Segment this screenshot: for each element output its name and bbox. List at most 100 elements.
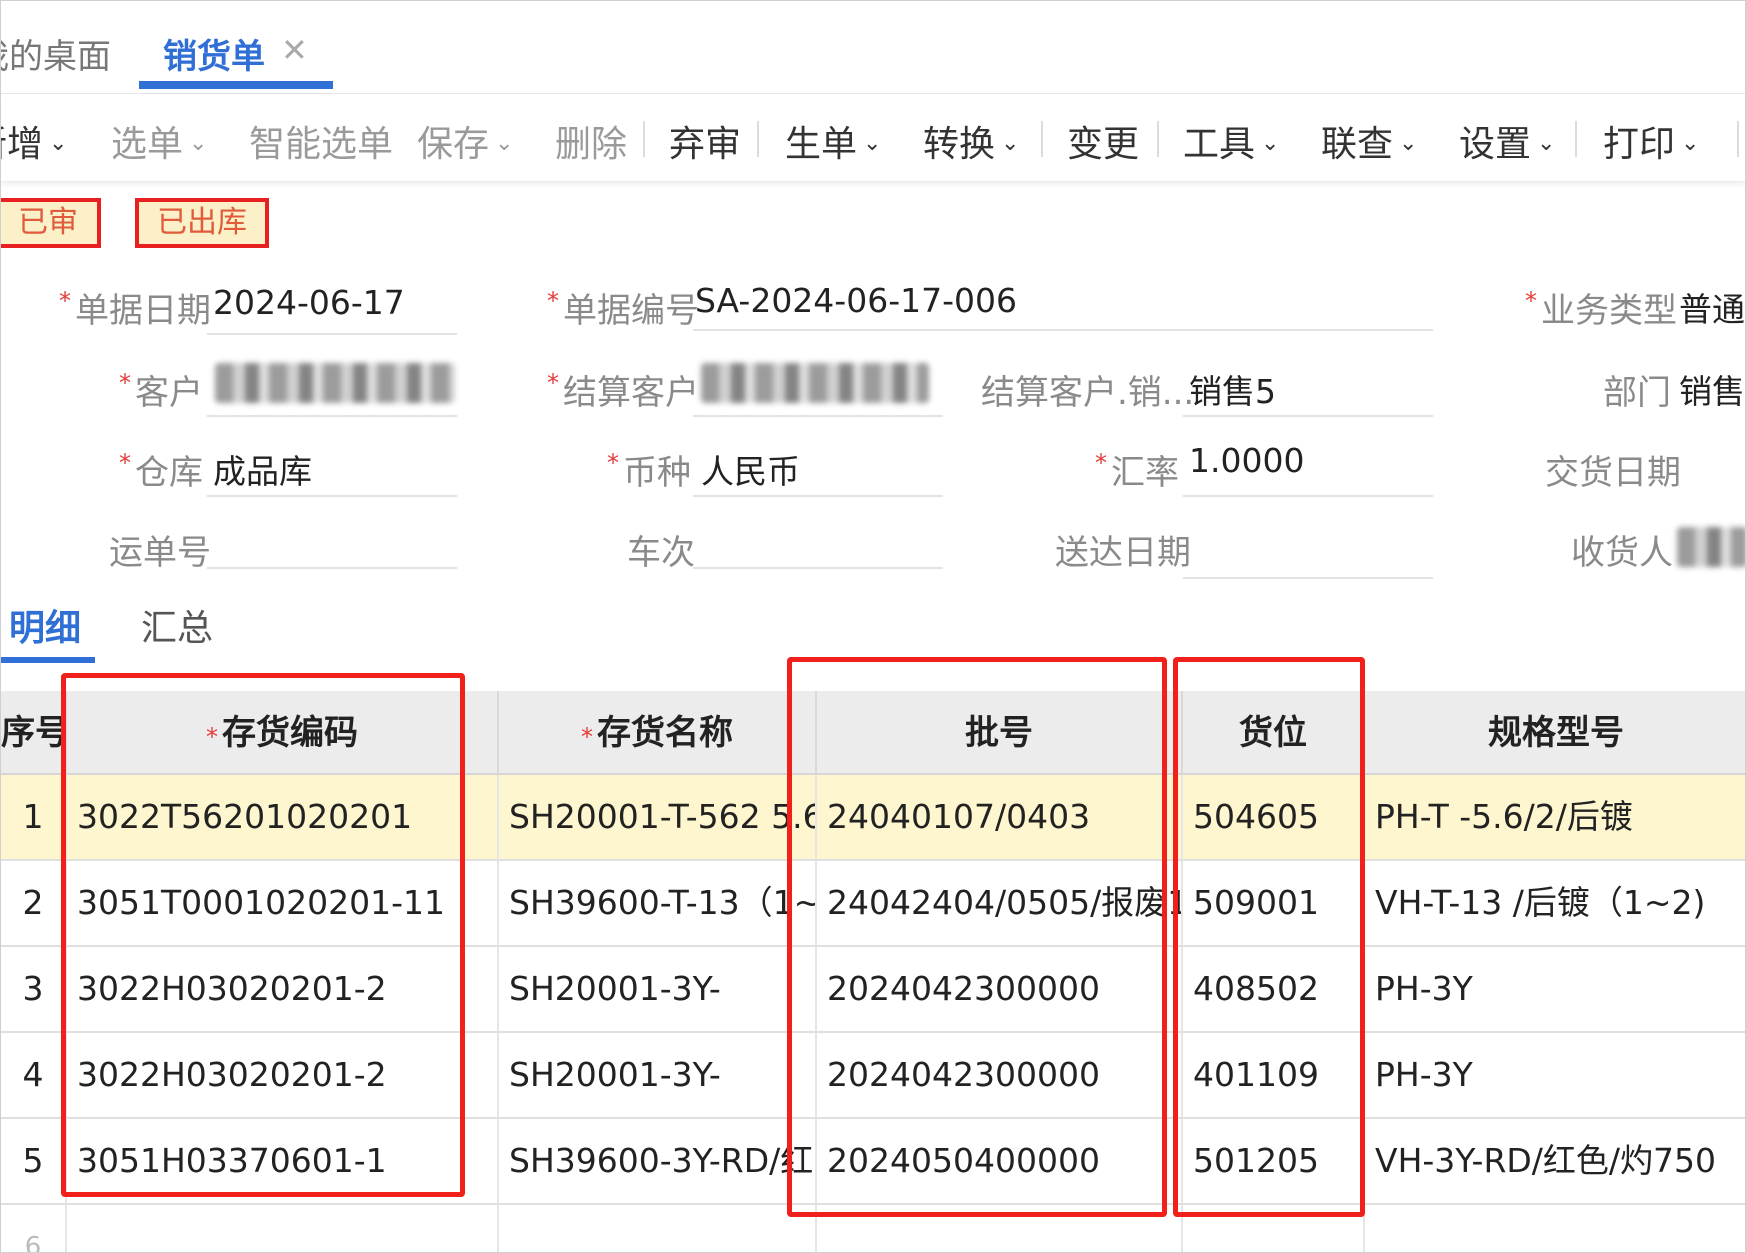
settle-customer-field-redacted[interactable] <box>701 363 929 403</box>
table-row[interactable]: 6 <box>1 1205 1745 1252</box>
col-header-location[interactable]: 货位 <box>1183 691 1365 775</box>
cell-name[interactable]: SH39600-T-13（1~... <box>499 861 817 945</box>
table-row[interactable]: 5 3051H03370601-1 SH39600-3Y-RD/红... 202405… <box>1 1119 1745 1205</box>
cell-seq[interactable]: 4 <box>1 1033 67 1117</box>
customer-label: * 客户 <box>119 365 203 414</box>
cell-code[interactable]: 3051H03370601-1 <box>67 1119 499 1203</box>
col-header-code[interactable]: * 存货编码 <box>67 691 499 775</box>
cell-code[interactable]: 3022H03020201-2 <box>67 1033 499 1117</box>
cell-batch[interactable] <box>817 1205 1183 1252</box>
toolbar: 新增⌄ 选单⌄ 智能选单 保存⌄ 删除 弃审 生单⌄ 转换⌄ 变更 工具⌄ 联查… <box>1 97 1745 182</box>
cell-location[interactable]: 408502 <box>1183 947 1365 1031</box>
settings-button[interactable]: 设置 ⌄ <box>1459 115 1555 167</box>
settle-sales-field[interactable]: 销售5 <box>1189 365 1276 413</box>
doc-date-label: * 单据日期 <box>59 283 211 332</box>
tab-detail[interactable]: 明细 <box>9 599 81 651</box>
cell-code[interactable]: 3022H03020201-2 <box>67 947 499 1031</box>
chevron-down-icon: ⌄ <box>1537 130 1556 156</box>
doc-no-label: * 单据编号 <box>547 283 699 332</box>
smart-select-button[interactable]: 智能选单 <box>249 115 393 167</box>
cell-name[interactable] <box>499 1205 817 1252</box>
chevron-down-icon: ⌄ <box>863 130 882 156</box>
cell-name[interactable]: SH39600-3Y-RD/红... <box>499 1119 817 1203</box>
doc-date-label-text: 单据日期 <box>75 291 211 331</box>
save-button[interactable]: 保存 ⌄ <box>417 115 513 167</box>
toolbar-divider <box>1157 121 1159 157</box>
tools-button[interactable]: 工具 ⌄ <box>1183 115 1279 167</box>
cell-code[interactable] <box>67 1205 499 1252</box>
currency-label: * 币种 <box>607 445 691 494</box>
cell-seq[interactable]: 6 <box>1 1205 67 1252</box>
close-tab-icon[interactable]: ✕ <box>281 31 308 69</box>
cell-batch[interactable]: 2024042300000 <box>817 1033 1183 1117</box>
cell-location[interactable]: 504605 <box>1183 775 1365 859</box>
new-button[interactable]: 新增⌄ <box>1 115 67 167</box>
cell-batch[interactable]: 24042404/0505/报废1P <box>817 861 1183 945</box>
table-row[interactable]: 13022T56201020201SH20001-T-562 5.6/22404… <box>1 775 1745 861</box>
exchange-rate-underline <box>1183 495 1433 497</box>
print-button[interactable]: 打印 ⌄ <box>1603 115 1699 167</box>
exchange-rate-field[interactable]: 1.0000 <box>1189 441 1304 480</box>
cell-batch[interactable]: 2024042300000 <box>817 947 1183 1031</box>
select-order-button[interactable]: 选单 ⌄ <box>111 115 207 167</box>
warehouse-field[interactable]: 成品库 <box>213 445 312 493</box>
cell-name[interactable]: SH20001-T-562 5.6/2 <box>499 775 817 859</box>
biz-type-field[interactable]: 普通销 <box>1679 283 1745 331</box>
cell-location[interactable]: 401109 <box>1183 1033 1365 1117</box>
change-button[interactable]: 变更 <box>1067 115 1139 167</box>
cell-seq[interactable]: 2 <box>1 861 67 945</box>
cell-spec[interactable]: PH-3Y <box>1365 1033 1745 1117</box>
col-header-name[interactable]: * 存货名称 <box>499 691 817 775</box>
tab-sales-order[interactable]: 销货单 <box>163 29 265 78</box>
doc-no-field[interactable]: SA-2024-06-17-006 <box>695 281 1017 320</box>
col-header-spec[interactable]: 规格型号 <box>1365 691 1745 775</box>
cell-spec[interactable]: VH-T-13 /后镀（1~2) <box>1365 861 1745 945</box>
cell-location[interactable]: 501205 <box>1183 1119 1365 1203</box>
delivery-date-label: 交货日期 <box>1545 453 1681 493</box>
delete-button[interactable]: 删除 <box>555 115 627 167</box>
cell-seq[interactable]: 5 <box>1 1119 67 1203</box>
cell-seq[interactable]: 1 <box>1 775 67 859</box>
currency-label-text: 币种 <box>623 453 691 493</box>
department-label: 部门 <box>1603 373 1671 413</box>
settings-label: 设置 <box>1459 124 1532 165</box>
biz-type-label: * 业务类型 <box>1525 283 1677 332</box>
cell-batch[interactable]: 24040107/0403 <box>817 775 1183 859</box>
warehouse-label-text: 仓库 <box>135 453 203 493</box>
cell-name[interactable]: SH20001-3Y- <box>499 1033 817 1117</box>
cell-location[interactable] <box>1183 1205 1365 1252</box>
table-row[interactable]: 4 3022H03020201-2 SH20001-3Y- 2024042300000… <box>1 1033 1745 1119</box>
consignee-field-redacted[interactable] <box>1677 527 1745 567</box>
generate-label: 生单 <box>785 124 858 165</box>
cell-name[interactable]: SH20001-3Y- <box>499 947 817 1031</box>
cell-seq[interactable]: 3 <box>1 947 67 1031</box>
cell-code[interactable]: 3051T0001020201-11 <box>67 861 499 945</box>
abandon-review-button[interactable]: 弃审 <box>669 115 741 167</box>
cell-spec[interactable]: PH-3Y <box>1365 947 1745 1031</box>
currency-field[interactable]: 人民币 <box>701 445 800 493</box>
cell-spec[interactable]: PH-T -5.6/2/后镀 <box>1365 775 1745 859</box>
cell-spec[interactable] <box>1365 1205 1745 1252</box>
tab-my-desktop[interactable]: 我的桌面 <box>1 29 111 78</box>
cell-batch[interactable]: 2024050400000 <box>817 1119 1183 1203</box>
cell-code[interactable]: 3022T56201020201 <box>67 775 499 859</box>
cell-spec[interactable]: VH-3Y-RD/红色/灼750 <box>1365 1119 1745 1203</box>
tab-summary[interactable]: 汇总 <box>141 599 213 651</box>
table-row[interactable]: 23051T0001020201-11SH39600-T-13（1~...240… <box>1 861 1745 947</box>
table-row[interactable]: 3 3022H03020201-2 SH20001-3Y- 2024042300000… <box>1 947 1745 1033</box>
waybill-label: 运单号 <box>109 533 211 573</box>
col-header-seq: 序号 <box>1 691 67 775</box>
tab-bar: 我的桌面 销货单 ✕ <box>1 1 1745 94</box>
department-field[interactable]: 销售部 <box>1679 365 1745 413</box>
col-header-batch[interactable]: 批号 <box>817 691 1183 775</box>
cell-location[interactable]: 509001 <box>1183 861 1365 945</box>
customer-field-redacted[interactable] <box>215 363 455 403</box>
toolbar-divider <box>643 121 645 157</box>
tools-label: 工具 <box>1183 124 1256 165</box>
chevron-down-icon: ⌄ <box>1681 130 1700 156</box>
exchange-rate-label-text: 汇率 <box>1111 453 1179 493</box>
convert-button[interactable]: 转换 ⌄ <box>923 115 1019 167</box>
linked-query-button[interactable]: 联查 ⌄ <box>1321 115 1417 167</box>
generate-order-button[interactable]: 生单 ⌄ <box>785 115 881 167</box>
doc-date-field[interactable]: 2024-06-17 <box>213 283 405 322</box>
